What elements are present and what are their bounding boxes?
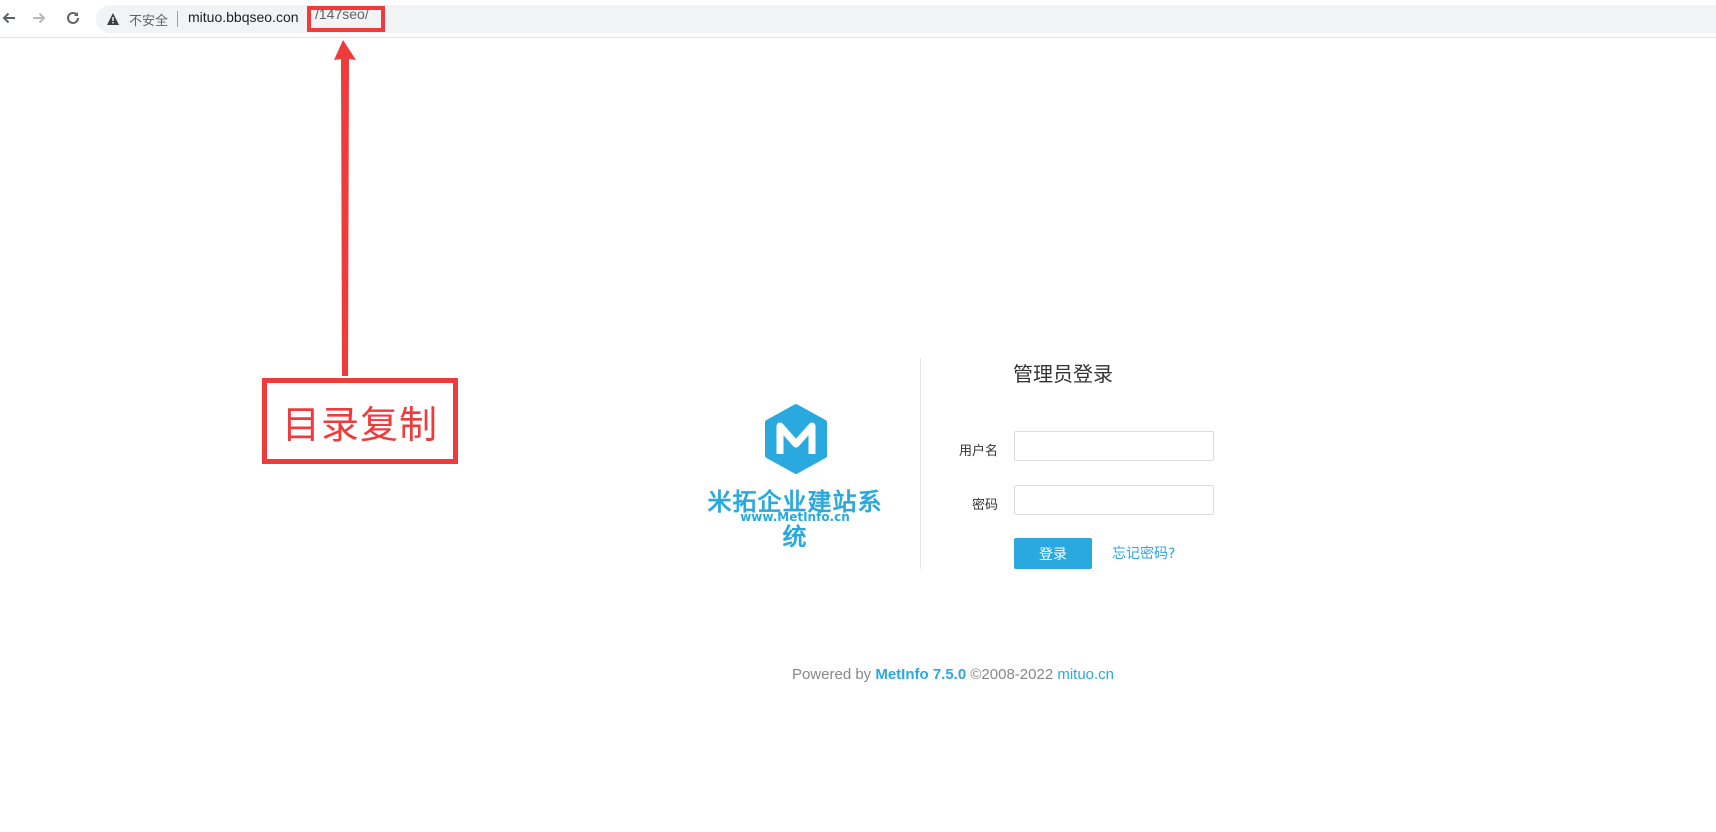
metinfo-logo: 米拓企业建站系统 www.MetInfo.cn bbox=[700, 404, 890, 551]
login-button[interactable]: 登录 bbox=[1014, 538, 1092, 569]
username-label: 用户名 bbox=[958, 444, 998, 459]
omnibox-separator bbox=[177, 11, 178, 27]
reload-icon bbox=[67, 11, 79, 24]
url-host[interactable]: mituo.bbqseo.con bbox=[188, 9, 299, 25]
footer-copyright: ©2008-2022 bbox=[966, 666, 1058, 683]
login-title: 管理员登录 bbox=[1013, 362, 1113, 386]
logo-url: www.MetInfo.cn bbox=[740, 510, 850, 524]
footer-prefix: Powered by bbox=[791, 666, 876, 683]
password-label: 密码 bbox=[971, 498, 998, 513]
back-button[interactable] bbox=[0, 5, 22, 31]
footer-brand-link[interactable]: MetInfo 7.5.0 bbox=[875, 666, 966, 683]
forgot-password-link[interactable]: 忘记密码? bbox=[1112, 543, 1175, 563]
forward-button[interactable] bbox=[26, 5, 52, 31]
security-status[interactable]: 不安全 bbox=[129, 10, 168, 29]
forward-arrow-icon bbox=[33, 12, 46, 24]
annotation-text: 目录复制 bbox=[281, 402, 438, 447]
password-input[interactable] bbox=[1014, 485, 1214, 515]
footer: Powered by MetInfo 7.5.0 ©2008-2022 mitu… bbox=[0, 666, 1716, 683]
reload-button[interactable] bbox=[60, 5, 86, 31]
annotation-box: 目录复制 bbox=[262, 378, 458, 464]
footer-site-link[interactable]: mituo.cn bbox=[1057, 666, 1114, 683]
back-arrow-icon bbox=[2, 12, 15, 24]
warning-icon bbox=[107, 13, 119, 25]
browser-toolbar: 不安全 mituo.bbqseo.con /147seo/ bbox=[0, 0, 1716, 38]
username-input[interactable] bbox=[1014, 431, 1214, 461]
metinfo-hexagon-icon bbox=[765, 404, 827, 474]
vertical-divider bbox=[920, 358, 921, 569]
annotation-arrow bbox=[334, 40, 356, 376]
url-path-highlight-box bbox=[307, 6, 385, 32]
